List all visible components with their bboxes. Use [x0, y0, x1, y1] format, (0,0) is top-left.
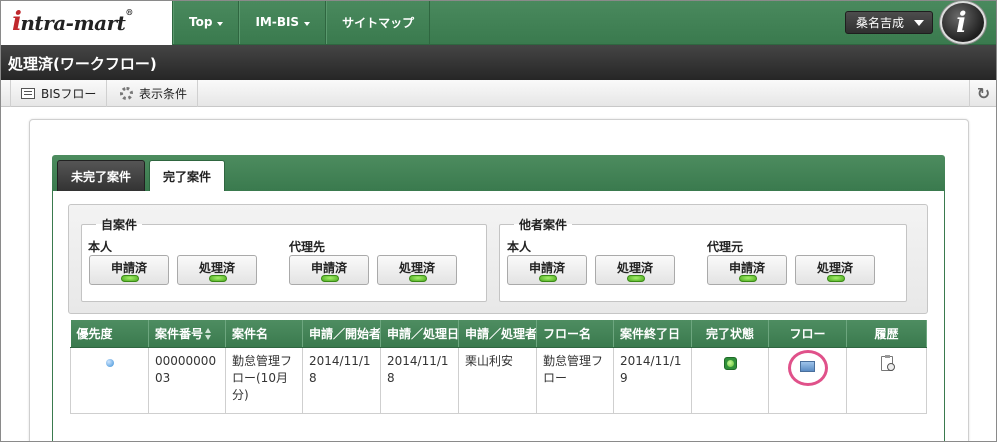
info-logo-icon[interactable]: i	[940, 1, 986, 44]
priority-dot-icon	[105, 358, 114, 367]
case-table: 優先度 案件番号 案件名 申請／開始者 申請／処理日 申請／処理者 フロー名 案…	[70, 320, 927, 414]
intra-mart-logo: intra-mart®	[12, 7, 133, 37]
nav-top[interactable]: Top	[173, 0, 240, 44]
others-proxy-label: 代理元	[707, 240, 744, 254]
applicant-cell: 2014/11/18	[302, 346, 381, 414]
col-completion-status[interactable]: 完了状態	[691, 320, 769, 348]
chevron-down-icon	[304, 21, 311, 26]
col-flow-name[interactable]: フロー名	[536, 320, 614, 348]
flow-name-cell: 勤怠管理フロー	[536, 346, 614, 414]
col-applicant[interactable]: 申請／開始者	[302, 320, 381, 348]
chevron-down-icon	[914, 20, 924, 26]
process-date-cell: 2014/11/18	[380, 346, 459, 414]
tab-complete[interactable]: 完了案件	[149, 160, 225, 191]
green-lamp-icon	[627, 275, 645, 282]
own-proxy-label: 代理先	[289, 240, 326, 254]
others-self-applied-button[interactable]: 申請済	[507, 255, 587, 285]
end-date-cell: 2014/11/19	[613, 346, 692, 414]
top-header: intra-mart® Top IM-BIS サイトマップ 桑名吉成 i	[0, 0, 997, 45]
sort-icon[interactable]	[205, 328, 212, 341]
top-nav: Top IM-BIS サイトマップ	[173, 0, 431, 44]
own-self-applied-button[interactable]: 申請済	[89, 255, 169, 285]
nav-sitemap[interactable]: サイトマップ	[326, 0, 431, 44]
flow-cell	[768, 346, 847, 414]
user-menu[interactable]: 桑名吉成	[845, 11, 933, 34]
green-lamp-icon	[409, 275, 427, 282]
bis-flow-button[interactable]: BISフロー	[10, 80, 108, 107]
processor-cell: 栗山利安	[458, 346, 537, 414]
others-proxy-processed-button[interactable]: 処理済	[795, 255, 875, 285]
flow-image-button[interactable]	[787, 349, 828, 386]
display-conditions-button[interactable]: 表示条件	[110, 80, 199, 107]
col-end-date[interactable]: 案件終了日	[613, 320, 692, 348]
table-header-row: 優先度 案件番号 案件名 申請／開始者 申請／処理日 申請／処理者 フロー名 案…	[70, 320, 927, 348]
green-lamp-icon	[121, 275, 139, 282]
tab-strip: 未完了案件 完了案件	[52, 155, 945, 191]
gear-icon	[120, 87, 133, 100]
flow-image-icon	[799, 360, 815, 372]
complete-status-icon	[723, 356, 737, 370]
green-lamp-icon	[827, 275, 845, 282]
refresh-icon[interactable]: ↻	[969, 80, 997, 107]
title-bar: 処理済(ワークフロー)	[0, 45, 997, 80]
green-lamp-icon	[209, 275, 227, 282]
logo-area[interactable]: intra-mart®	[0, 0, 173, 45]
green-lamp-icon	[539, 275, 557, 282]
tab-incomplete[interactable]: 未完了案件	[57, 160, 145, 191]
col-history: 履歴	[846, 320, 927, 348]
col-flow: フロー	[768, 320, 847, 348]
green-lamp-icon	[739, 275, 757, 282]
history-icon[interactable]	[880, 354, 895, 371]
col-priority[interactable]: 優先度	[70, 320, 149, 348]
own-self-label: 本人	[88, 240, 113, 254]
own-cases-legend: 自案件	[101, 218, 138, 232]
case-number-cell: 0000000003	[148, 346, 226, 414]
toolbar: BISフロー 表示条件 ↻	[0, 80, 997, 107]
table-row[interactable]: 0000000003 勤怠管理フロー(10月分) 2014/11/18 2014…	[70, 346, 927, 414]
col-case-number[interactable]: 案件番号	[148, 320, 226, 348]
col-process-date[interactable]: 申請／処理日	[380, 320, 459, 348]
page-title: 処理済(ワークフロー)	[8, 55, 157, 73]
others-self-label: 本人	[507, 240, 532, 254]
others-self-processed-button[interactable]: 処理済	[595, 255, 675, 285]
chevron-down-icon	[217, 21, 224, 26]
own-self-processed-button[interactable]: 処理済	[177, 255, 257, 285]
green-lamp-icon	[321, 275, 339, 282]
list-icon	[21, 88, 35, 99]
nav-im-bis[interactable]: IM-BIS	[239, 0, 327, 44]
col-case-name[interactable]: 案件名	[225, 320, 303, 348]
priority-cell	[70, 346, 149, 414]
history-cell	[846, 346, 927, 414]
completion-status-cell	[691, 346, 769, 414]
own-proxy-applied-button[interactable]: 申請済	[289, 255, 369, 285]
case-name-cell: 勤怠管理フロー(10月分)	[225, 346, 303, 414]
col-processor[interactable]: 申請／処理者	[458, 320, 537, 348]
own-proxy-processed-button[interactable]: 処理済	[377, 255, 457, 285]
user-name: 桑名吉成	[856, 16, 905, 30]
others-cases-legend: 他者案件	[519, 218, 568, 232]
others-proxy-applied-button[interactable]: 申請済	[707, 255, 787, 285]
